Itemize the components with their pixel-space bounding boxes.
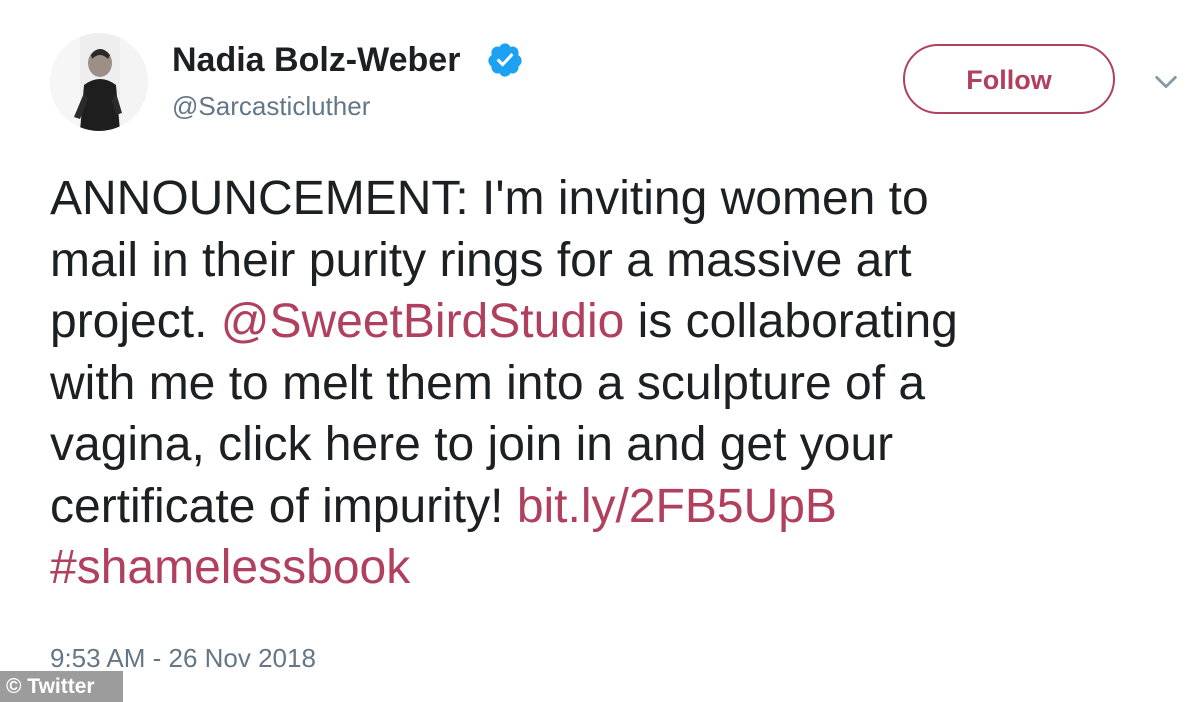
tweet-line: certificate of impurity! bit.ly/2FB5UpB [50,476,1160,538]
mention-link[interactable]: @SweetBirdStudio [221,295,625,348]
copyright-watermark: © Twitter [0,671,123,702]
tweet-line: with me to melt them into a sculpture of… [50,353,1160,415]
user-handle[interactable]: @Sarcasticluther [172,89,370,123]
tweet-text-segment: mail in their purity rings for a massive… [50,233,912,287]
tweet-text-segment: project. [50,295,221,348]
tweet-card: Nadia Bolz-Weber @Sarcasticluther Follow… [0,0,1200,702]
short-url-link[interactable]: bit.ly/2FB5UpB [517,480,837,533]
tweet-line: mail in their purity rings for a massive… [50,230,1160,292]
avatar[interactable] [50,33,148,131]
tweet-text-segment: vagina, click here to join in and get yo… [50,418,894,471]
tweet-text-segment: certificate of impurity! [50,479,517,533]
tweet-text-segment: with me to melt them into a sculpture of… [50,356,926,410]
chevron-down-icon[interactable] [1152,68,1180,96]
tweet-line: ANNOUNCEMENT: I'm inviting women to [50,168,1160,230]
tweet-line: #shamelessbook [50,537,1160,599]
display-name[interactable]: Nadia Bolz-Weber [172,38,460,82]
tweet-text-segment: is collaborating [624,295,958,348]
tweet-text: ANNOUNCEMENT: I'm inviting women to mail… [50,168,1160,599]
tweet-text-segment: ANNOUNCEMENT: I'm inviting women to [50,172,929,225]
tweet-line: project. @SweetBirdStudio is collaborati… [50,291,1160,353]
follow-button[interactable]: Follow [903,44,1115,114]
tweet-timestamp[interactable]: 9:53 AM - 26 Nov 2018 [50,641,316,675]
profile-photo [50,33,148,131]
hashtag-link[interactable]: #shamelessbook [50,541,410,594]
tweet-line: vagina, click here to join in and get yo… [50,414,1160,476]
verified-badge-icon [488,43,522,77]
